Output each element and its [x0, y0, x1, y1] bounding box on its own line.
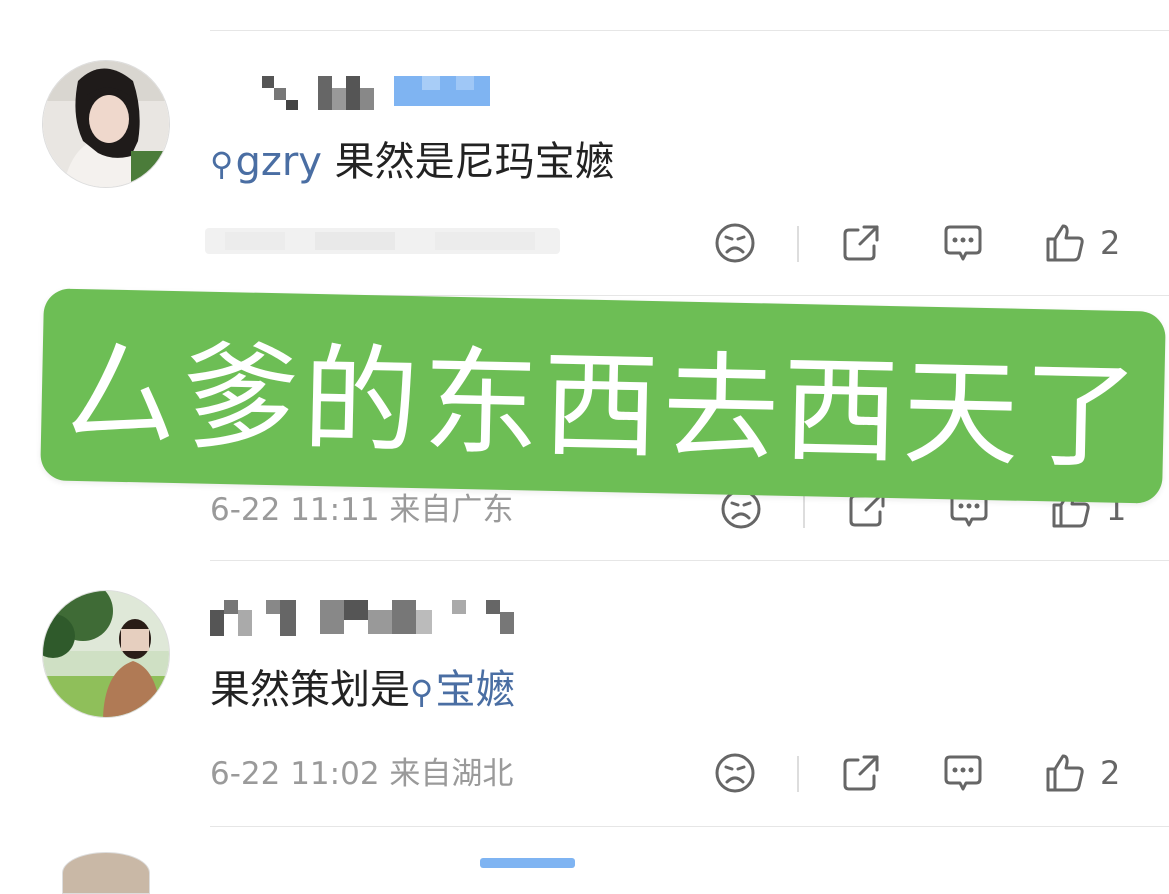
- avatar[interactable]: [42, 590, 170, 718]
- avatar-image: [43, 61, 169, 187]
- like-button[interactable]: 2: [1044, 752, 1120, 794]
- overlay-caption-banner: 厶爹的东西去西天了: [40, 288, 1166, 504]
- action-separator: [803, 492, 805, 528]
- share-button[interactable]: [840, 752, 882, 794]
- overlay-caption-text: 厶爹的东西去西天了: [61, 327, 1145, 486]
- dislike-face-icon: [715, 753, 755, 793]
- avatar[interactable]: [62, 852, 150, 894]
- topic-link[interactable]: ⚲gzry: [210, 139, 322, 185]
- like-thumb-icon: [1046, 224, 1084, 262]
- share-icon: [843, 225, 879, 261]
- topic-link[interactable]: ⚲宝嬷: [410, 667, 515, 713]
- dislike-face-icon: [715, 223, 755, 263]
- share-button[interactable]: [840, 222, 882, 264]
- dislike-button[interactable]: [714, 222, 756, 264]
- topic-link-label: gzry: [235, 139, 322, 185]
- like-thumb-icon: [1046, 754, 1084, 792]
- comment-text: ⚲gzry 果然是尼玛宝嬷: [210, 136, 615, 190]
- comment-button[interactable]: [942, 752, 984, 794]
- like-button[interactable]: 2: [1044, 222, 1120, 264]
- comment-meta: 6-22 11:11 来自广东: [210, 492, 514, 528]
- dislike-button[interactable]: [714, 752, 756, 794]
- comment-icon: [944, 225, 982, 261]
- comment-icon: [944, 755, 982, 791]
- avatar[interactable]: [42, 60, 170, 188]
- divider: [210, 826, 1169, 827]
- comment-body: 果然策划是: [210, 667, 410, 713]
- username-mosaic[interactable]: [210, 598, 530, 638]
- username-mosaic[interactable]: [480, 858, 575, 868]
- like-count: 2: [1100, 224, 1121, 262]
- search-icon: ⚲: [210, 145, 234, 183]
- like-count: 2: [1100, 754, 1121, 792]
- comment-meta: 6-22 11:02 来自湖北: [210, 756, 514, 792]
- comment-button[interactable]: [942, 222, 984, 264]
- comment-text: 果然策划是⚲宝嬷: [210, 664, 515, 718]
- divider: [210, 560, 1169, 561]
- topic-link-label: 宝嬷: [435, 667, 516, 713]
- blurred-meta: [205, 228, 560, 254]
- action-separator: [797, 226, 799, 262]
- comment-body: 果然是尼玛宝嬷: [321, 139, 615, 185]
- username-mosaic[interactable]: [210, 72, 500, 112]
- avatar-image: [43, 591, 169, 717]
- search-icon: ⚲: [410, 673, 434, 711]
- share-icon: [843, 755, 879, 791]
- divider-top: [210, 30, 1169, 31]
- action-separator: [797, 756, 799, 792]
